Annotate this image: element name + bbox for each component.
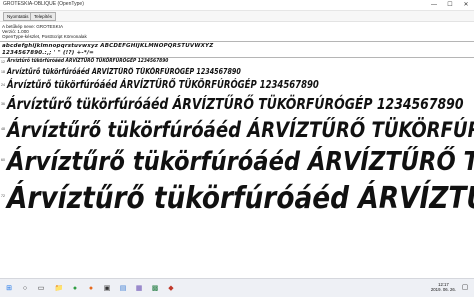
charset-letters: abcdefghijklmnopqrstuvwxyz ABCDEFGHIJKLM… [2,43,214,49]
close-button[interactable]: ✕ [458,0,474,10]
sample-text: Árvíztűrő tükörfúróáéd ÁRVÍZTŰRŐ TÜKÖRFÚ… [7,118,474,142]
sample-text: Árvíztűrő tükörfúróáéd ÁRVÍZTŰRŐ TÜKÖRFÚ… [7,67,241,76]
sample-size: 24 [1,83,5,87]
start-icon[interactable]: ⊞ [3,282,15,294]
font-preview[interactable]: A betűkép neve: GROTESKIA Verzió: 1.000 … [0,22,474,254]
excel-icon[interactable]: ▩ [149,282,161,294]
charset-numbers: 1234567890.:,; ' " (!?) +-*/= [2,50,94,56]
file-explorer-icon[interactable]: 📁 [53,282,65,294]
clock-date: 2019. 06. 26. [430,287,456,292]
sample-size: 60 [1,158,5,162]
photos-icon[interactable]: ▦ [133,282,145,294]
divider [0,41,474,42]
window-controls: — ☐ ✕ [426,0,474,10]
title-bar: GROTESKIA-OBLIQUE (OpenType) — ☐ ✕ [0,0,474,11]
maximize-button[interactable]: ☐ [442,0,458,10]
sample-size: 48 [1,127,5,131]
print-button[interactable]: Nyomtatás [3,12,33,21]
firefox-icon[interactable]: ● [85,282,97,294]
sample-text: Árvíztűrő tükörfúróáéd ÁRVÍZTŰRŐ TÜKÖR [7,147,474,177]
font-type: OpenType-készlet, PostScript Körvonalak [2,34,87,39]
chrome-icon[interactable]: ● [69,282,81,294]
window-title: GROTESKIA-OBLIQUE (OpenType) [3,1,84,7]
sample-size: 36 [1,102,5,106]
sample-text: Árvíztűrő tükörfúróáéd ÁRVÍZTŰRŐ TÜK [7,181,474,216]
app-icon[interactable]: ◆ [165,282,177,294]
task-view-icon[interactable]: ▭ [35,282,47,294]
minimize-button[interactable]: — [426,0,442,10]
notification-icon[interactable]: ▢ [460,283,470,293]
install-button[interactable]: Telepítés [30,12,57,21]
sample-text: Árvíztűrő tükörfúróáéd ÁRVÍZTŰRŐ TÜKÖRFÚ… [7,95,464,113]
clock[interactable]: 12:17 2019. 06. 26. [431,282,456,292]
terminal-icon[interactable]: ▣ [101,282,113,294]
toolbar: Nyomtatás Telepítés [0,11,474,22]
sample-size: 12 [1,60,5,64]
sample-size: 18 [1,70,5,74]
sample-text: Árvíztűrő tükörfúróáéd ÁRVÍZTŰRŐ TÜKÖRFÚ… [7,79,319,91]
notepad-icon[interactable]: ▤ [117,282,129,294]
taskbar: ⊞ ○ ▭ 📁 ● ● ▣ ▤ ▦ ▩ ◆ 12:17 2019. 06. 26… [0,278,474,297]
sample-text: Árvíztűrő tükörfúróáéd ÁRVÍZTŰRŐ TÜKÖRFÚ… [7,58,169,64]
search-icon[interactable]: ○ [19,282,31,294]
sample-size: 72 [1,194,5,198]
